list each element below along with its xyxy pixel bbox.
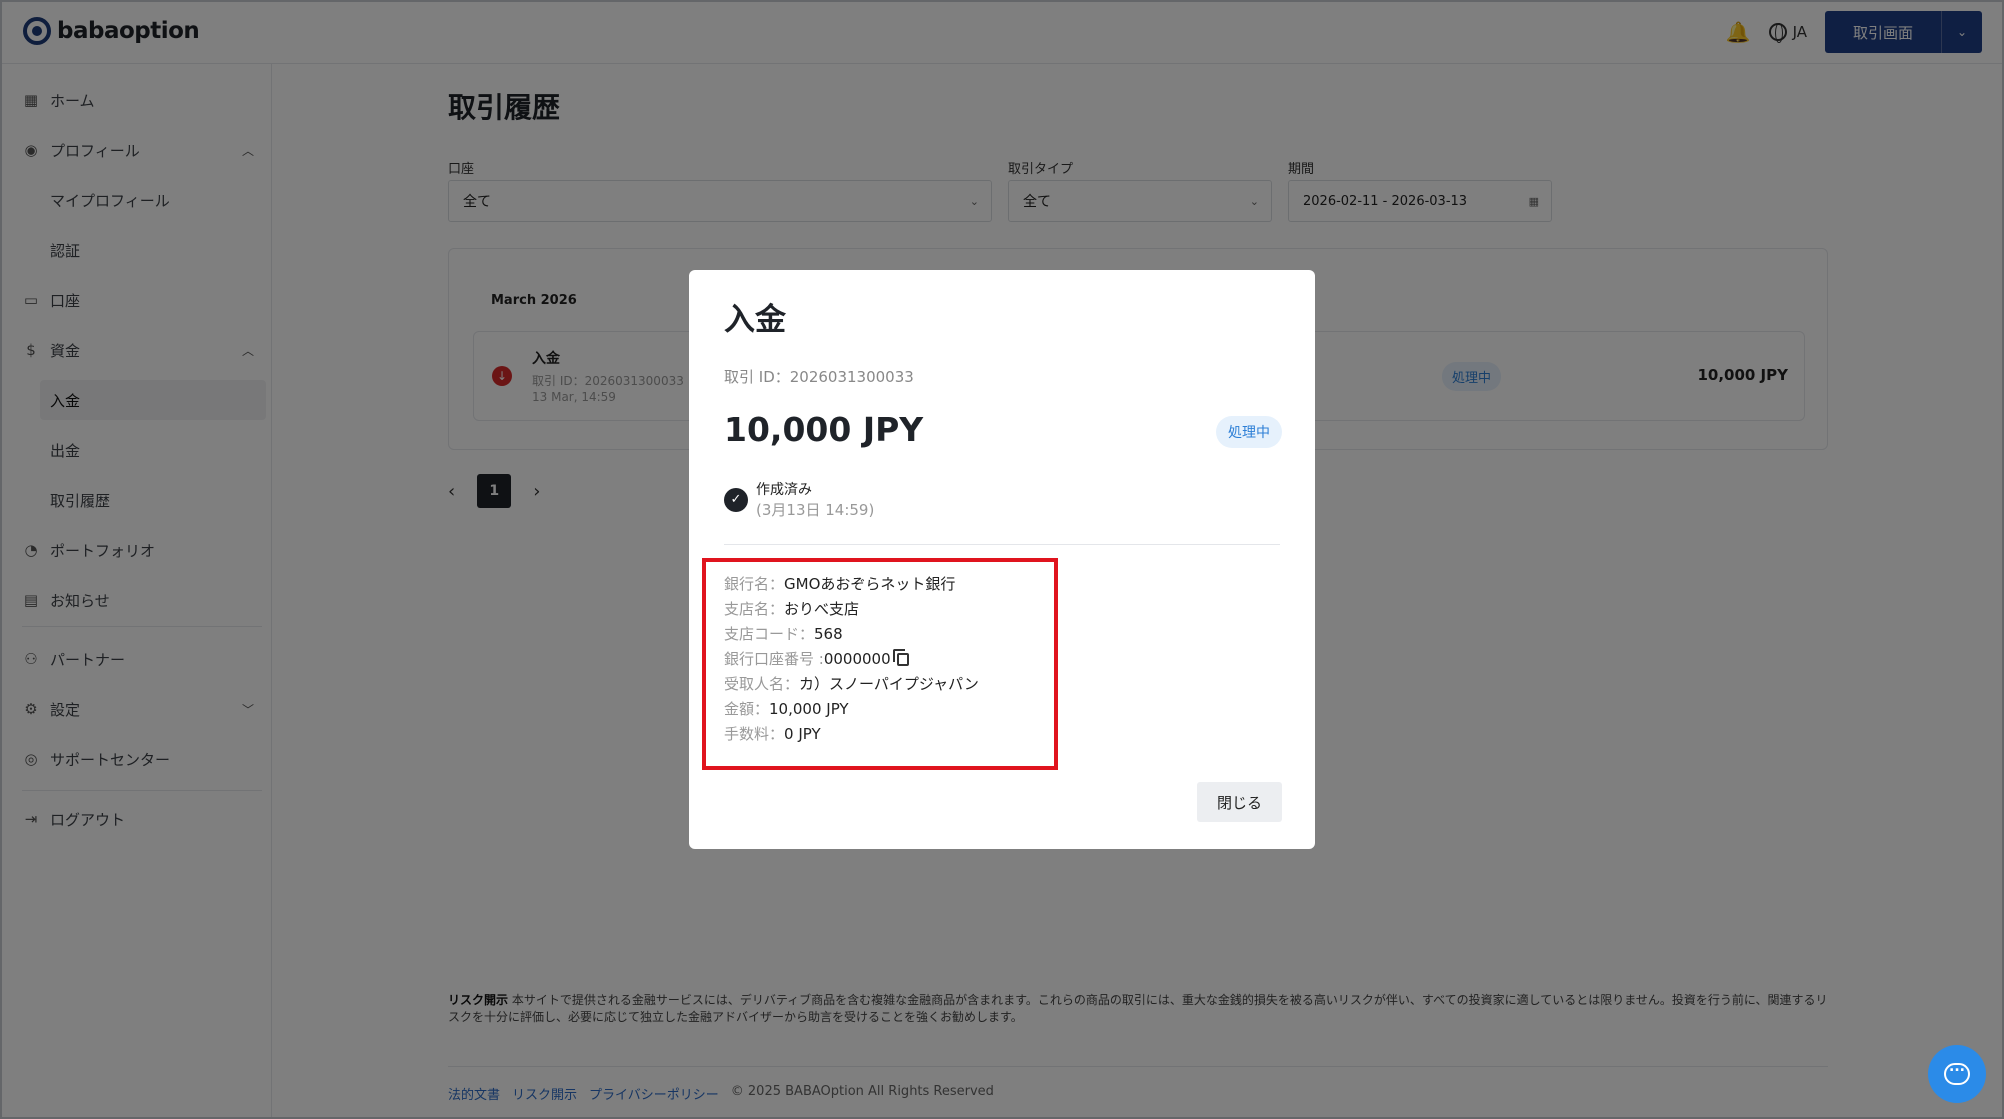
highlight-box (702, 558, 1058, 770)
status-badge: 処理中 (1216, 416, 1282, 448)
close-button[interactable]: 閉じる (1196, 782, 1282, 822)
check-icon: ✓ (724, 488, 748, 512)
chat-icon (1944, 1059, 1970, 1085)
step-label: 作成済み (756, 482, 812, 498)
modal-title: 入金 (724, 302, 786, 338)
modal-amount: 10,000 JPY (724, 410, 924, 449)
step-time: (3月13日 14:59) (756, 501, 875, 519)
modal-tx-id: 取引 ID：2026031300033 (724, 368, 914, 386)
modal-divider (724, 544, 1280, 545)
chat-button[interactable] (1928, 1045, 1986, 1103)
